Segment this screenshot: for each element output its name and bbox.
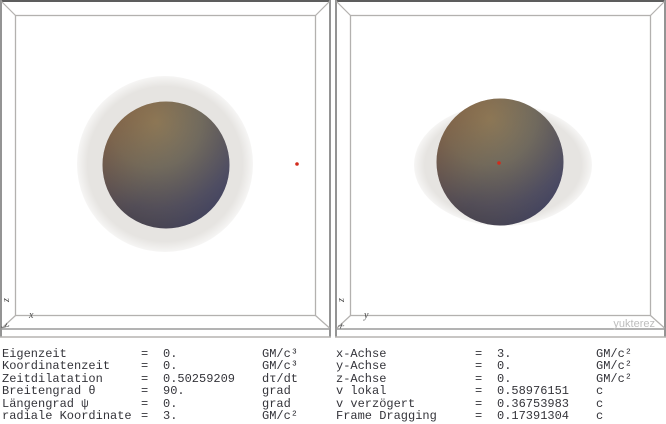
param-value: 0. [163, 348, 262, 360]
table-row: radiale Koordinate=3.GM/c² [2, 410, 298, 422]
table-row: Koordinatenzeit=0.GM/c³ [2, 360, 298, 372]
simulation-screen: x z y y z x yukterez Eigenzeit=0.GM/c [0, 0, 666, 424]
equals-sign: = [475, 410, 497, 422]
param-label: radiale Koordinate [2, 410, 141, 422]
param-label: y-Achse [336, 360, 475, 372]
corner-diagonal [316, 316, 330, 329]
table-row: Frame Dragging=0.17391304c [336, 410, 632, 422]
planet-sphere-tint [103, 102, 230, 229]
corner-diagonal [2, 2, 16, 16]
watermark-text: yukterez [613, 318, 655, 330]
param-value: 90. [163, 385, 262, 397]
corner-diagonal [316, 2, 330, 16]
table-row: Breitengrad θ=90.grad [2, 385, 298, 397]
param-unit: GM/c³ [262, 360, 298, 372]
equals-sign: = [141, 360, 163, 372]
axis-label-z: z [1, 298, 12, 303]
particle-dot [295, 162, 299, 166]
param-unit: GM/c² [262, 410, 298, 422]
axis-label-y: y [363, 310, 369, 321]
equals-sign: = [141, 410, 163, 422]
param-value: 0. [497, 360, 596, 372]
readout-table-left: Eigenzeit=0.GM/c³ Koordinatenzeit=0.GM/c… [2, 348, 298, 422]
param-label: Frame Dragging [336, 410, 475, 422]
axis-label-x: x [28, 310, 34, 321]
param-value: 3. [163, 410, 262, 422]
right-3d-viewport[interactable]: y z x yukterez [335, 0, 666, 339]
param-unit: GM/c² [596, 360, 632, 372]
param-value: 0.17391304 [497, 410, 596, 422]
equals-sign: = [475, 360, 497, 372]
param-label: Koordinatenzeit [2, 360, 141, 372]
left-3d-viewport[interactable]: x z y [0, 0, 331, 339]
param-value: 0. [163, 398, 262, 410]
param-value: 3. [497, 348, 596, 360]
equals-sign: = [141, 385, 163, 397]
param-label: v lokal [336, 385, 475, 397]
param-value: 0.58976151 [497, 385, 596, 397]
corner-diagonal [651, 2, 665, 16]
particle-dot [497, 161, 501, 165]
corner-diagonal [337, 2, 351, 16]
param-value: 0. [163, 360, 262, 372]
table-row: v lokal=0.58976151c [336, 385, 632, 397]
param-unit: c [596, 410, 632, 422]
readout-table-right: x-Achse=3.GM/c² y-Achse=0.GM/c² z-Achse=… [336, 348, 632, 422]
table-row: y-Achse=0.GM/c² [336, 360, 632, 372]
param-unit: grad [262, 385, 298, 397]
equals-sign: = [475, 385, 497, 397]
axis-label-z: z [336, 298, 347, 303]
param-unit: c [596, 385, 632, 397]
param-label: Breitengrad θ [2, 385, 141, 397]
